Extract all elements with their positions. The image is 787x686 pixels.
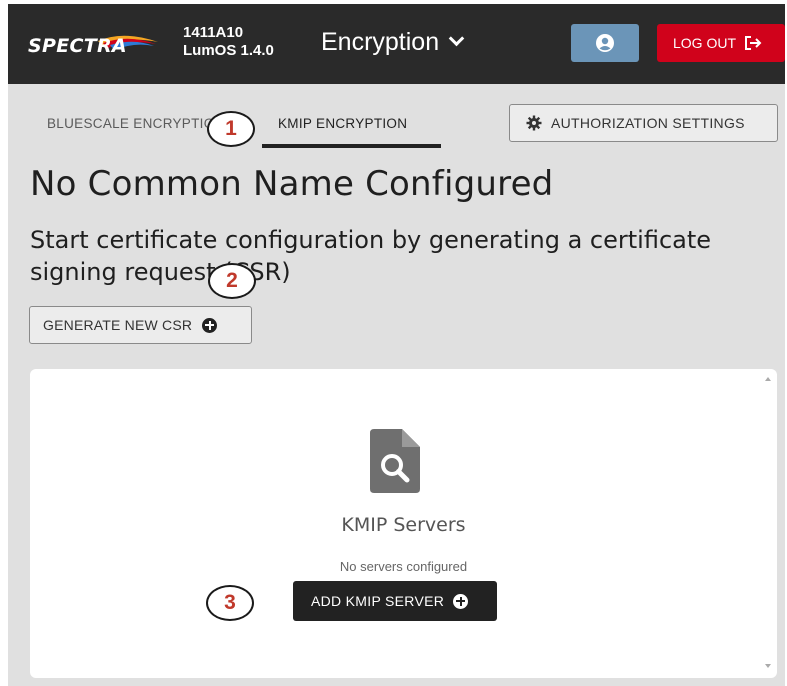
gear-icon [526, 115, 542, 131]
spectra-logo[interactable]: SPECTRA [28, 32, 168, 60]
scroll-up-arrow-icon[interactable] [765, 377, 771, 381]
authorization-settings-label: AUTHORIZATION SETTINGS [551, 115, 745, 131]
authorization-settings-button[interactable]: AUTHORIZATION SETTINGS [509, 104, 778, 142]
system-info: 1411A10 LumOS 1.4.0 [183, 24, 274, 60]
app-window: SPECTRA 1411A10 LumOS 1.4.0 Encryption L… [8, 4, 785, 686]
user-account-button[interactable] [571, 24, 639, 62]
top-bar: SPECTRA 1411A10 LumOS 1.4.0 Encryption L… [8, 4, 785, 84]
active-tab-indicator [262, 144, 441, 148]
chevron-down-icon [448, 30, 465, 47]
tab-bluescale-encryption[interactable]: BLUESCALE ENCRYPTION [47, 116, 214, 131]
user-icon [596, 34, 614, 52]
logout-button[interactable]: LOG OUT [657, 24, 785, 62]
callout-1: 1 [207, 111, 255, 147]
tab-kmip-encryption[interactable]: KMIP ENCRYPTION [278, 116, 407, 131]
scroll-down-arrow-icon[interactable] [765, 664, 771, 668]
file-search-icon [370, 429, 420, 493]
add-kmip-server-label: ADD KMIP SERVER [311, 593, 445, 609]
kmip-servers-title: KMIP Servers [341, 514, 466, 536]
empty-state-text: No servers configured [339, 559, 468, 574]
add-kmip-server-button[interactable]: ADD KMIP SERVER [293, 581, 497, 621]
page-subtitle: Start certificate configuration by gener… [30, 226, 712, 286]
brand-text: SPECTRA [28, 35, 127, 57]
system-name: 1411A10 [183, 24, 244, 41]
page-menu-label: Encryption [321, 28, 440, 56]
logout-icon [745, 36, 762, 50]
plus-circle-icon [453, 593, 469, 609]
callout-2: 2 [208, 263, 256, 299]
page-title: No Common Name Configured [30, 164, 554, 204]
kmip-servers-card: KMIP Servers No servers configured ADD K… [30, 369, 777, 678]
page-menu[interactable]: Encryption [321, 28, 465, 57]
callout-3: 3 [206, 585, 254, 621]
logout-label: LOG OUT [673, 35, 737, 51]
system-version: LumOS 1.4.0 [183, 42, 274, 59]
generate-csr-label: GENERATE NEW CSR [43, 317, 193, 333]
plus-circle-icon [202, 317, 218, 333]
generate-csr-button[interactable]: GENERATE NEW CSR [29, 306, 252, 344]
